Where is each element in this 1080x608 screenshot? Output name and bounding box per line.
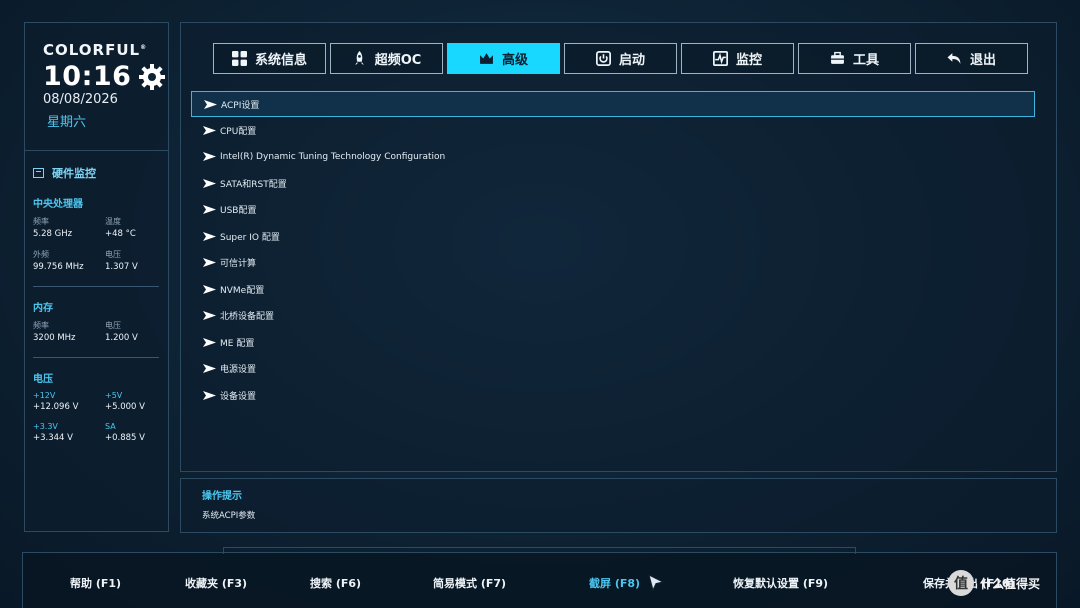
load-defaults-f9-button[interactable]: 恢复默认设置 (F9) bbox=[733, 575, 828, 591]
mouse-cursor-icon bbox=[648, 574, 664, 592]
cpu-freq-label: 频率 bbox=[33, 217, 49, 226]
monitor-title: 硬件监控 bbox=[33, 165, 160, 181]
cpu-stats: 频率 温度 5.28 GHz +48 °C 外频 电压 99.756 MHz 1… bbox=[33, 216, 160, 280]
arrow-right-icon bbox=[203, 178, 216, 188]
voltage-heading: 电压 bbox=[33, 374, 53, 385]
help-title: 操作提示 bbox=[202, 491, 242, 502]
arrow-right-icon bbox=[203, 125, 216, 135]
pulse-icon bbox=[712, 51, 728, 66]
arrow-right-icon bbox=[203, 205, 216, 215]
help-f1-button[interactable]: 帮助 (F1) bbox=[70, 575, 121, 591]
sa-label: SA bbox=[105, 422, 116, 431]
back-arrow-icon bbox=[947, 53, 961, 64]
rocket-icon bbox=[354, 51, 364, 65]
mem-freq-value: 3200 MHz bbox=[33, 333, 76, 343]
cpu-volt-label: 电压 bbox=[105, 250, 121, 259]
v12-label: +12V bbox=[33, 391, 56, 400]
clock-time: 10:16 bbox=[43, 61, 132, 92]
voltage-stats: +12V +5V +12.096 V +5.000 V +3.3V SA +3.… bbox=[33, 391, 160, 451]
v33-label: +3.3V bbox=[33, 422, 58, 431]
grid-icon bbox=[231, 51, 247, 66]
menu-item-dynamic-tuning[interactable]: Intel(R) Dynamic Tuning Technology Confi… bbox=[191, 144, 1035, 171]
menu-item-acpi[interactable]: ACPI设置 bbox=[191, 91, 1035, 117]
tab-advanced[interactable]: 高级 bbox=[447, 43, 560, 74]
chip-icon bbox=[33, 168, 44, 178]
divider bbox=[33, 286, 159, 287]
cpu-temp-label: 温度 bbox=[105, 217, 121, 226]
arrow-right-icon bbox=[203, 337, 216, 347]
cpu-bclk-value: 99.756 MHz bbox=[33, 262, 84, 272]
menu-item-nvme[interactable]: NVMe配置 bbox=[191, 276, 1035, 303]
memory-heading: 内存 bbox=[33, 303, 53, 314]
memory-stats: 频率 电压 3200 MHz 1.200 V bbox=[33, 320, 160, 351]
divider bbox=[33, 357, 159, 358]
v5-label: +5V bbox=[105, 391, 123, 400]
cpu-freq-value: 5.28 GHz bbox=[33, 229, 73, 239]
advanced-menu: ACPI设置 CPU配置 Intel(R) Dynamic Tuning Tec… bbox=[191, 91, 1035, 409]
menu-item-devices[interactable]: 设备设置 bbox=[191, 382, 1035, 409]
mem-volt-label: 电压 bbox=[105, 321, 121, 330]
tab-exit[interactable]: 退出 bbox=[915, 43, 1028, 74]
crown-icon bbox=[480, 53, 493, 64]
mem-volt-value: 1.200 V bbox=[105, 333, 138, 343]
tab-tools[interactable]: 工具 bbox=[798, 43, 911, 74]
tab-overclock[interactable]: 超频OC bbox=[330, 43, 443, 74]
watermark-badge: 值 bbox=[948, 570, 974, 596]
help-panel: 操作提示 系统ACPI参数 bbox=[180, 478, 1057, 533]
watermark: 值 什么值得买 bbox=[948, 570, 1040, 596]
cpu-bclk-label: 外频 bbox=[33, 250, 49, 259]
arrow-right-icon bbox=[203, 231, 216, 241]
menu-item-me[interactable]: ME 配置 bbox=[191, 329, 1035, 356]
gear-icon[interactable] bbox=[137, 62, 167, 92]
cpu-heading: 中央处理器 bbox=[33, 199, 83, 210]
menu-item-usb[interactable]: USB配置 bbox=[191, 197, 1035, 224]
top-tabs: 系统信息 超频OC 高级 启动 监控 工具 退出 bbox=[213, 43, 1028, 74]
power-icon bbox=[595, 51, 611, 66]
watermark-text: 什么值得买 bbox=[980, 576, 1041, 591]
arrow-right-icon bbox=[203, 258, 216, 268]
tab-system-info[interactable]: 系统信息 bbox=[213, 43, 326, 74]
cpu-temp-value: +48 °C bbox=[105, 229, 136, 239]
easy-mode-f7-button[interactable]: 简易模式 (F7) bbox=[433, 575, 506, 591]
left-info-panel: COLORFUL® 10:16 08/08/2026 星期六 硬件监控 中央处理… bbox=[24, 22, 169, 532]
clock-weekday: 星期六 bbox=[47, 115, 87, 130]
arrow-right-icon bbox=[204, 99, 217, 109]
help-text: 系统ACPI参数 bbox=[202, 511, 256, 521]
arrow-right-icon bbox=[203, 364, 216, 374]
menu-item-power[interactable]: 电源设置 bbox=[191, 356, 1035, 383]
function-key-bar: 帮助 (F1) 收藏夹 (F3) 搜索 (F6) 简易模式 (F7) 截屏 (F… bbox=[22, 552, 1057, 608]
screenshot-f8-button[interactable]: 截屏 (F8) bbox=[589, 575, 640, 591]
arrow-right-icon bbox=[203, 152, 216, 162]
menu-item-northbridge[interactable]: 北桥设备配置 bbox=[191, 303, 1035, 330]
hardware-monitor: 硬件监控 中央处理器 频率 温度 5.28 GHz +48 °C 外频 电压 9… bbox=[25, 151, 168, 451]
tab-boot[interactable]: 启动 bbox=[564, 43, 677, 74]
arrow-right-icon bbox=[203, 284, 216, 294]
clock-date: 08/08/2026 bbox=[43, 92, 118, 107]
menu-item-cpu[interactable]: CPU配置 bbox=[191, 117, 1035, 144]
sa-value: +0.885 V bbox=[105, 433, 145, 443]
v5-value: +5.000 V bbox=[105, 402, 145, 412]
v12-value: +12.096 V bbox=[33, 402, 79, 412]
brand-logo: COLORFUL® bbox=[43, 41, 148, 59]
clock-box: COLORFUL® 10:16 08/08/2026 星期六 bbox=[25, 23, 168, 151]
tab-monitor[interactable]: 监控 bbox=[681, 43, 794, 74]
arrow-right-icon bbox=[203, 311, 216, 321]
favorites-f3-button[interactable]: 收藏夹 (F3) bbox=[185, 575, 247, 591]
toolbox-icon bbox=[831, 51, 844, 64]
menu-item-sata-rst[interactable]: SATA和RST配置 bbox=[191, 170, 1035, 197]
cpu-volt-value: 1.307 V bbox=[105, 262, 138, 272]
mem-freq-label: 频率 bbox=[33, 321, 49, 330]
menu-item-super-io[interactable]: Super IO 配置 bbox=[191, 223, 1035, 250]
search-f6-button[interactable]: 搜索 (F6) bbox=[310, 575, 361, 591]
v33-value: +3.344 V bbox=[33, 433, 73, 443]
menu-item-trusted-computing[interactable]: 可信计算 bbox=[191, 250, 1035, 277]
arrow-right-icon bbox=[203, 390, 216, 400]
